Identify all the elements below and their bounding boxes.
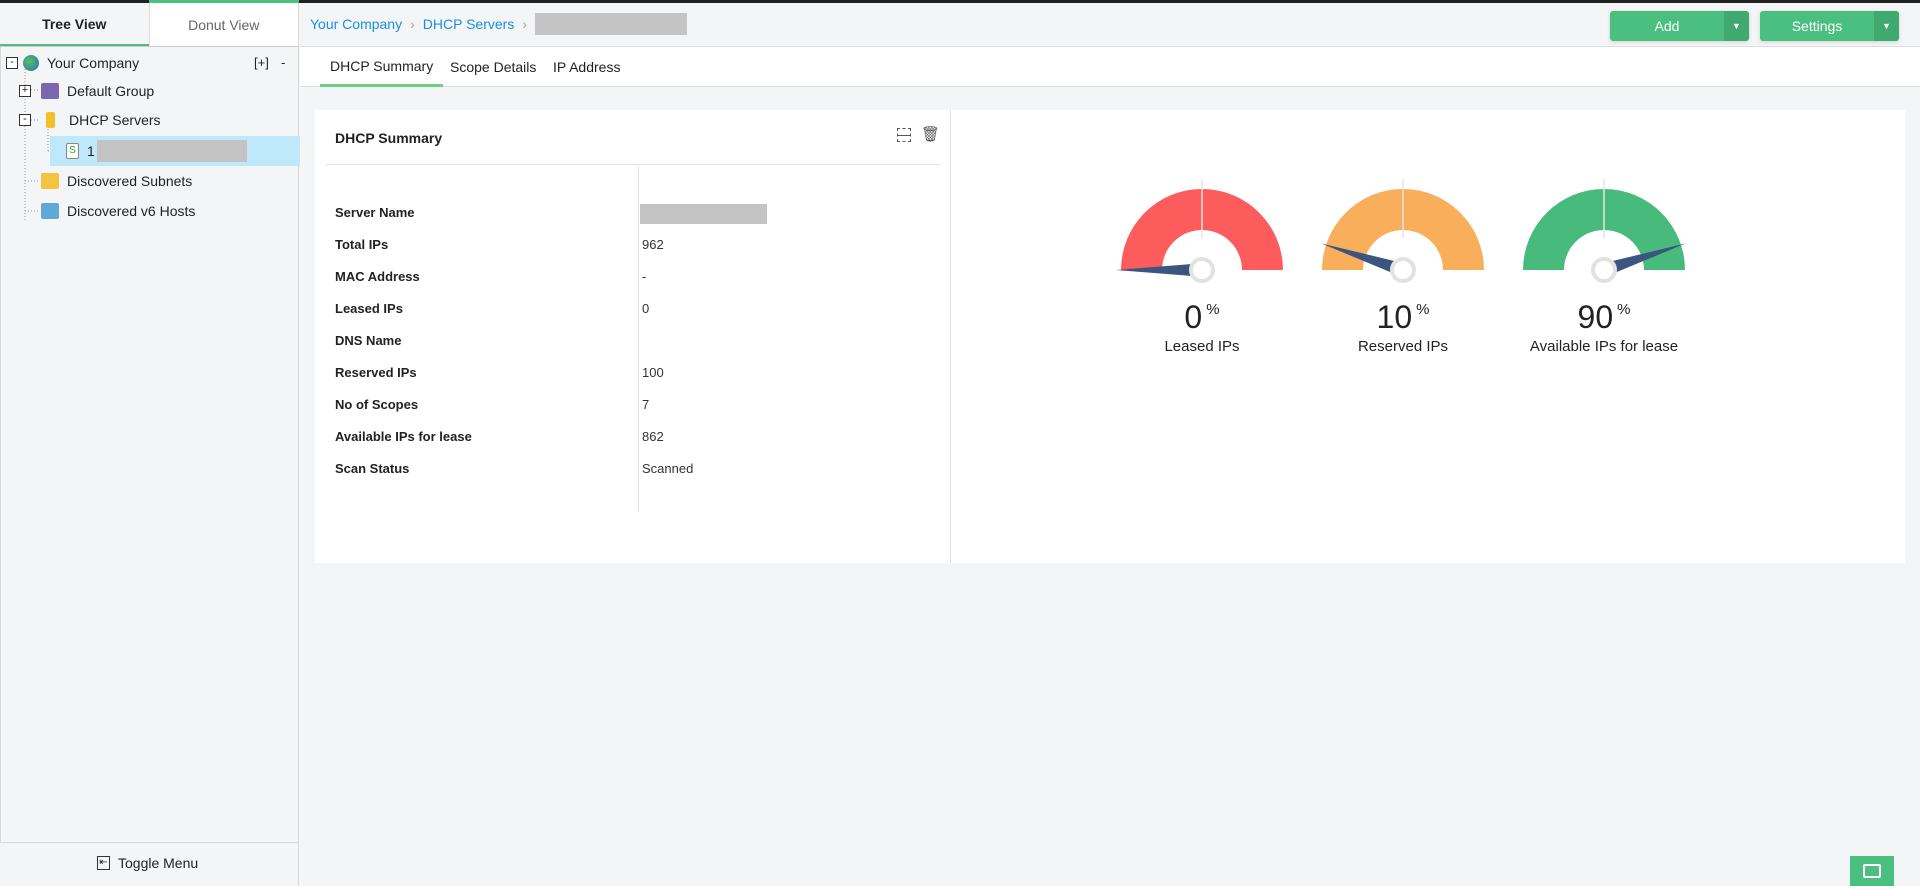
divider xyxy=(325,164,940,165)
gauge-value: 0% xyxy=(1184,299,1220,335)
gauge: 0% Leased IPs xyxy=(1102,160,1302,360)
row-key: Server Name xyxy=(335,204,415,220)
tab-scope-details[interactable]: Scope Details xyxy=(440,47,546,87)
gauge: 90% Available IPs for lease xyxy=(1504,160,1704,360)
tree-node-your-company[interactable]: Your Company xyxy=(23,48,139,78)
node-label: Discovered v6 Hosts xyxy=(67,203,196,219)
collapse-toggle[interactable]: - xyxy=(6,57,18,69)
tab-ip-address[interactable]: IP Address xyxy=(543,47,630,87)
row-value: Scanned xyxy=(642,460,694,476)
summary-row: Server Name xyxy=(335,202,642,222)
sidebar: Tree View Donut View - Your Company [+] … xyxy=(0,3,300,886)
subnet-search-icon xyxy=(41,173,59,189)
card-title: DHCP Summary xyxy=(335,130,443,146)
row-value: - xyxy=(642,268,647,284)
row-key: No of Scopes xyxy=(335,396,419,412)
redacted-server-name xyxy=(640,204,767,224)
row-key: Available IPs for lease xyxy=(335,428,472,444)
dhcp-summary-card: DHCP Summary 🗑 Server Name Total IPs 962 MA… xyxy=(315,110,1905,563)
gauge-hub xyxy=(1591,257,1617,283)
node-label: 1 xyxy=(87,143,95,159)
chevron-right-icon: › xyxy=(522,16,527,32)
dhcp-server-icon: S xyxy=(66,143,79,159)
node-label: DHCP Servers xyxy=(69,112,161,128)
tab-tree-view[interactable]: Tree View xyxy=(0,3,149,46)
redacted-server-name xyxy=(96,140,247,162)
host-search-icon xyxy=(41,203,59,219)
toggle-menu-label: Toggle Menu xyxy=(118,855,199,871)
server-icon xyxy=(46,112,55,128)
globe-icon xyxy=(23,55,39,71)
gauge-label: Leased IPs xyxy=(1164,338,1240,355)
summary-row: MAC Address - xyxy=(335,266,646,286)
breadcrumb: Your Company › DHCP Servers › xyxy=(310,13,687,35)
gauge-label: Available IPs for lease xyxy=(1529,338,1679,355)
breadcrumb-dhcp-servers[interactable]: DHCP Servers xyxy=(423,16,515,32)
fullscreen-icon[interactable] xyxy=(896,128,911,142)
breadcrumb-redacted xyxy=(534,13,687,35)
tree-node-default-group[interactable]: Default Group xyxy=(41,76,154,106)
toggle-menu-icon: ⇤ xyxy=(97,856,110,870)
gauge-hub xyxy=(1390,257,1416,283)
caret-down-icon[interactable]: ▼ xyxy=(1724,11,1749,41)
folder-icon xyxy=(41,83,59,99)
tree-node-dhcp-server[interactable]: S 1 xyxy=(50,136,300,166)
row-key: Scan Status xyxy=(335,460,410,476)
summary-row: Total IPs 962 xyxy=(335,234,664,254)
row-value: 7 xyxy=(642,396,650,412)
tab-donut-view[interactable]: Donut View xyxy=(148,3,298,46)
summary-row: DNS Name xyxy=(335,330,642,350)
row-key: Total IPs xyxy=(335,236,389,252)
tab-dhcp-summary[interactable]: DHCP Summary xyxy=(320,47,444,87)
header: Your Company › DHCP Servers › Add ▼ Sett… xyxy=(300,3,1920,47)
collapse-toggle[interactable]: - xyxy=(19,114,31,126)
row-key: MAC Address xyxy=(335,268,420,284)
summary-row: Available IPs for lease 862 xyxy=(335,426,664,446)
collapse-all-button[interactable]: - xyxy=(281,55,285,70)
expand-toggle[interactable]: + xyxy=(19,85,31,97)
settings-label: Settings xyxy=(1791,18,1843,34)
tree-node-dhcp-servers[interactable]: DHCP Servers xyxy=(41,105,161,135)
row-value: 100 xyxy=(642,364,664,380)
chevron-right-icon: › xyxy=(410,16,415,32)
settings-button[interactable]: Settings ▼ xyxy=(1760,11,1899,41)
tree-node-discovered-subnets[interactable]: Discovered Subnets xyxy=(41,166,192,196)
add-button[interactable]: Add ▼ xyxy=(1610,11,1749,41)
row-value: 862 xyxy=(642,428,664,444)
breadcrumb-your-company[interactable]: Your Company xyxy=(310,16,402,32)
summary-row: No of Scopes 7 xyxy=(335,394,649,414)
node-label: Discovered Subnets xyxy=(67,173,193,189)
gauge-value: 10% xyxy=(1376,299,1430,335)
summary-row: Scan Status Scanned xyxy=(335,458,693,478)
chat-button[interactable] xyxy=(1850,856,1894,886)
chat-icon xyxy=(1863,864,1881,878)
node-label: Your Company xyxy=(47,55,140,71)
tree-node-discovered-v6-hosts[interactable]: Discovered v6 Hosts xyxy=(41,196,195,226)
gauge-label: Reserved IPs xyxy=(1357,338,1449,355)
gauge-value: 90% xyxy=(1577,299,1631,335)
row-key: Leased IPs xyxy=(335,300,403,316)
toggle-menu-button[interactable]: ⇤ Toggle Menu xyxy=(97,855,198,871)
row-key: DNS Name xyxy=(335,332,402,348)
summary-row: Leased IPs 0 xyxy=(335,298,649,318)
gauge: 10% Reserved IPs xyxy=(1303,160,1503,360)
gauge-hub xyxy=(1189,257,1215,283)
caret-down-icon[interactable]: ▼ xyxy=(1874,11,1899,41)
row-key: Reserved IPs xyxy=(335,364,417,380)
row-value: 962 xyxy=(642,236,664,252)
expand-all-button[interactable]: [+] xyxy=(254,55,269,70)
tree: - Your Company [+] - + Default Group - D… xyxy=(0,47,300,843)
summary-row: Reserved IPs 100 xyxy=(335,362,664,382)
content-tabs: DHCP Summary Scope Details IP Address xyxy=(300,47,1920,87)
node-label: Default Group xyxy=(67,83,155,99)
add-label: Add xyxy=(1654,18,1680,34)
trash-icon[interactable]: 🗑 xyxy=(921,127,940,142)
row-value: 0 xyxy=(642,300,650,316)
